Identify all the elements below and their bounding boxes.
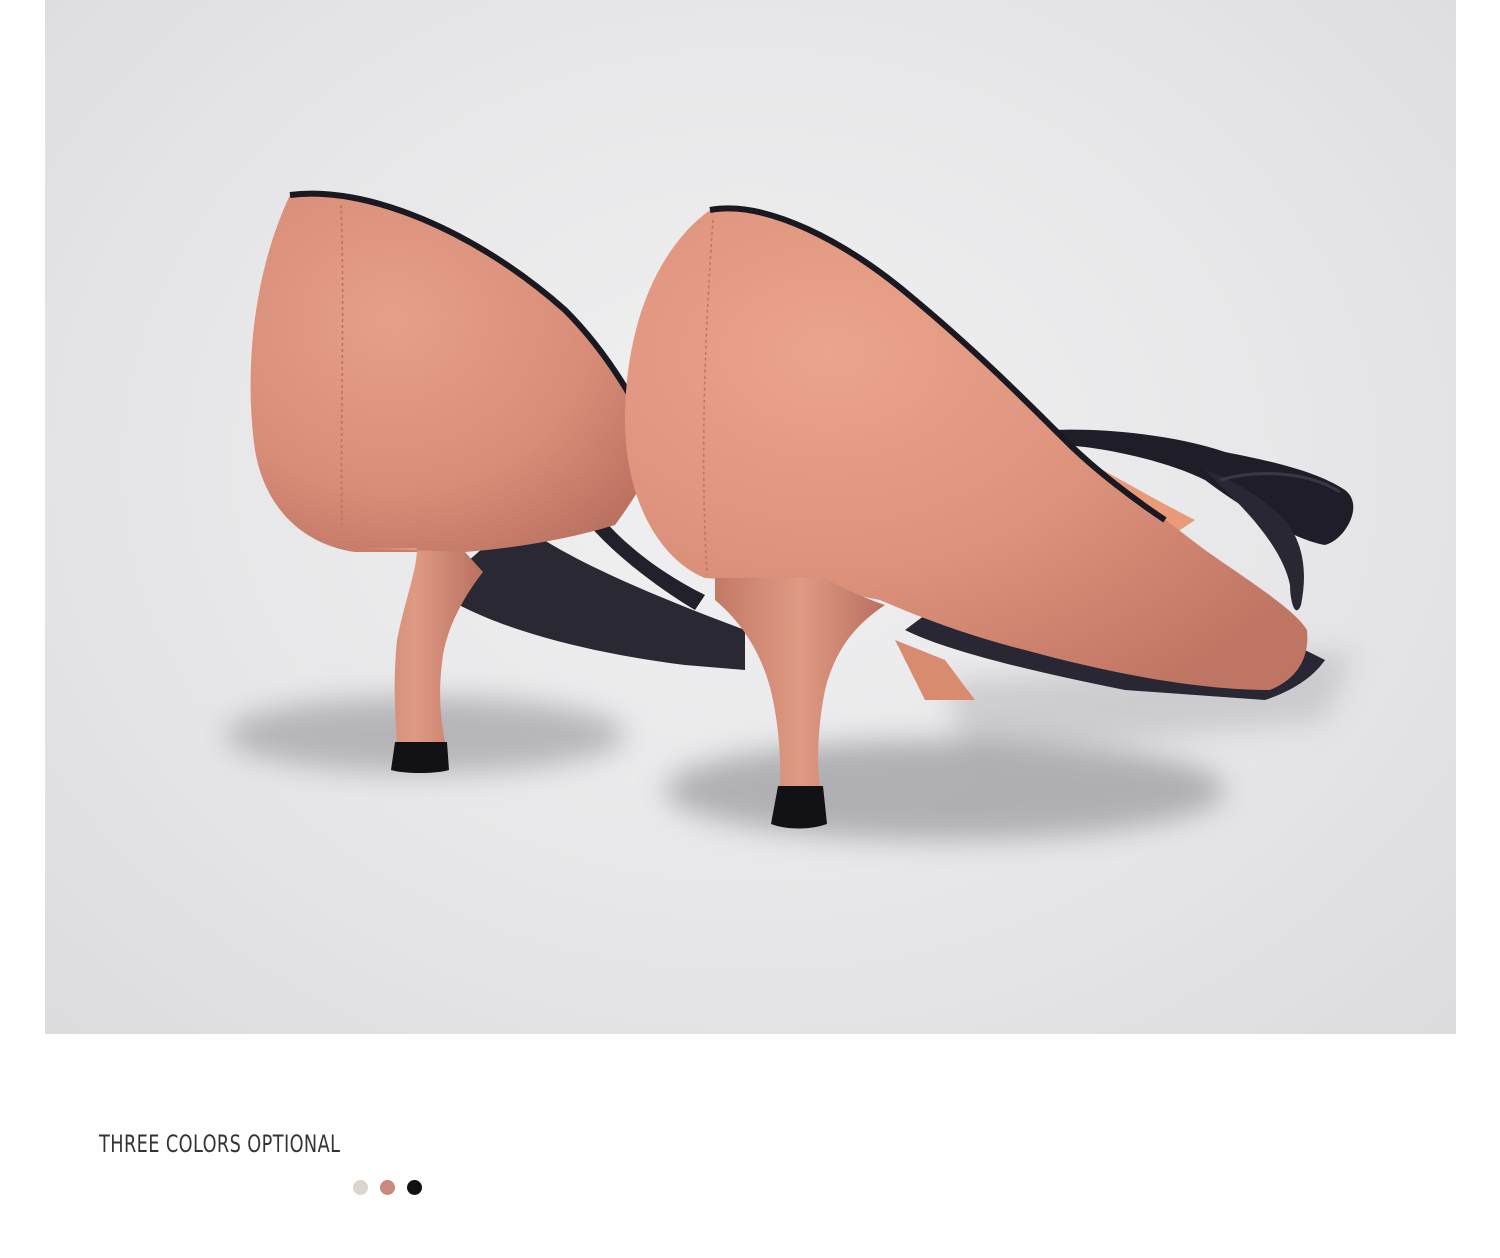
colors-section-title: THREE COLORS OPTIONAL (99, 1130, 341, 1158)
shoes-illustration (225, 190, 1355, 840)
color-swatches (353, 1180, 422, 1195)
swatch-pink[interactable] (380, 1180, 395, 1195)
swatch-black[interactable] (407, 1180, 422, 1195)
swatch-beige[interactable] (353, 1180, 368, 1195)
product-photo (45, 0, 1456, 1034)
